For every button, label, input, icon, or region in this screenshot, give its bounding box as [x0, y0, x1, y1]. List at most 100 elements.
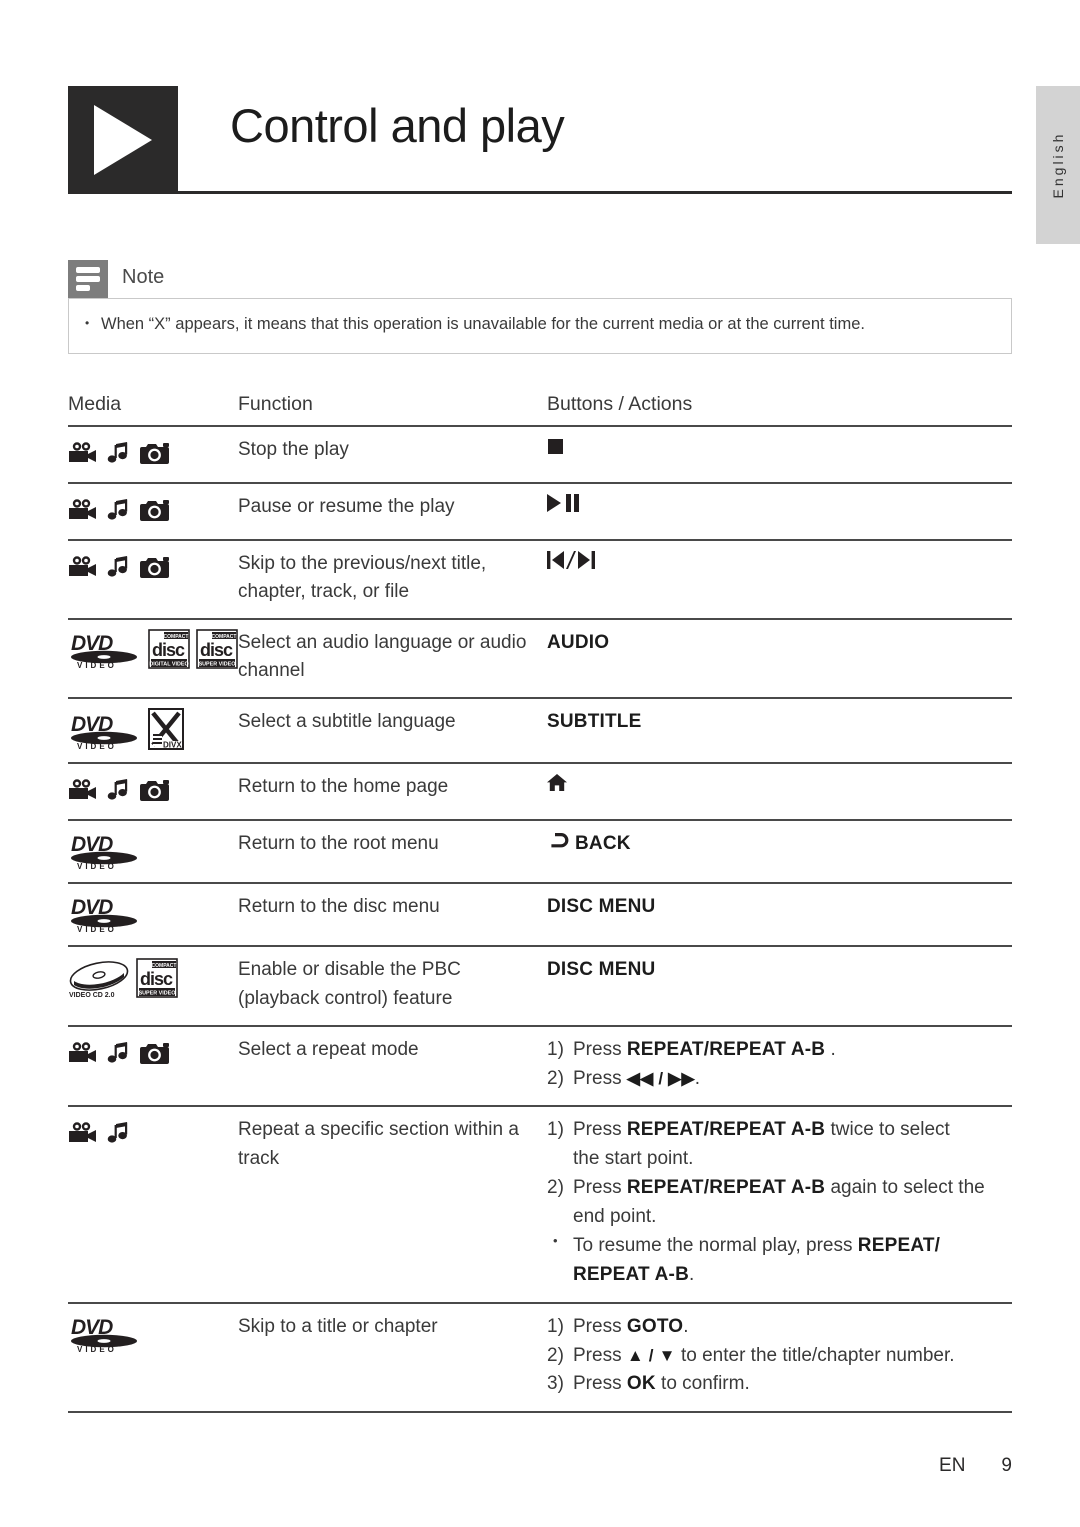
table-row: DVD VIDEO Return to the disc menu DISC M…: [68, 883, 1012, 947]
svg-text:DIVX: DIVX: [163, 741, 182, 750]
back-arrow-icon: [547, 830, 569, 859]
step-number: 1): [547, 1315, 564, 1337]
music-note-icon: [107, 1121, 131, 1150]
action-step: 2) Press ◀◀ / ▶▶.: [547, 1065, 1012, 1094]
dvd-video-logo: DVD VIDEO: [68, 629, 142, 669]
step-post: .: [683, 1315, 689, 1337]
action-step: 1) Press GOTO.: [547, 1313, 1012, 1342]
svg-text:SUPER VIDEO: SUPER VIDEO: [199, 662, 236, 668]
function-cell: Select an audio language or audio channe…: [238, 619, 547, 698]
svg-text:VIDEO: VIDEO: [77, 742, 117, 750]
step-number: 3): [547, 1373, 564, 1395]
media-cell: DVD VIDEO: [68, 883, 238, 946]
table-row: VIDEO CD 2.0 COMPACT disc SUPER VIDEO En…: [68, 946, 1012, 1026]
step-key: REPEAT/REPEAT A-B: [626, 1177, 826, 1199]
table-row: DVD VIDEO Skip to a title or chapter 1) …: [68, 1303, 1012, 1413]
function-text: Select a repeat mode: [238, 1038, 419, 1060]
media-cell: [68, 763, 238, 820]
function-cell: Return to the disc menu: [238, 883, 547, 946]
step-pre: Press: [573, 1067, 627, 1089]
media-cell: [68, 1106, 238, 1302]
buttons-cell: [547, 426, 1012, 483]
svg-text:disc: disc: [152, 640, 185, 660]
function-text: Select an audio language or audio channe…: [238, 632, 527, 682]
control-and-play-table: Media Function Buttons / Actions Stop th…: [68, 393, 1012, 1413]
function-text: Repeat a specific section within a track: [238, 1119, 519, 1169]
back-button-label: BACK: [575, 833, 631, 855]
button-key-label: AUDIO: [547, 632, 610, 654]
language-side-tab-label: English: [1050, 131, 1066, 199]
sub-pre: To resume the normal play, press: [573, 1234, 858, 1256]
step-key: ◀◀ / ▶▶: [626, 1068, 695, 1088]
sub-post: .: [689, 1263, 695, 1285]
function-cell: Return to the home page: [238, 763, 547, 820]
play-pause-icon: [547, 493, 587, 522]
compact-disc-digital-video-logo: COMPACT disc DIGITAL VIDEO: [148, 629, 190, 670]
step-continuation: REPEAT A-B.: [547, 1261, 1012, 1290]
step-pre: Press: [573, 1119, 627, 1141]
table-row: Skip to the previous/next title, chapter…: [68, 540, 1012, 620]
buttons-cell: DISC MENU: [547, 883, 1012, 946]
table-row: Pause or resume the play: [68, 483, 1012, 540]
step-pre: Press: [573, 1038, 627, 1060]
svg-text:VIDEO: VIDEO: [77, 1345, 117, 1353]
function-cell: Skip to the previous/next title, chapter…: [238, 540, 547, 619]
page-title: Control and play: [230, 99, 565, 152]
step-post: .: [694, 1067, 701, 1089]
svg-text:VIDEO: VIDEO: [77, 862, 117, 870]
step-number: 1): [547, 1119, 564, 1141]
skip-previous-next-icon: [547, 550, 599, 579]
camcorder-icon: [68, 441, 98, 470]
sub-key: REPEAT/: [857, 1234, 941, 1256]
button-key-label: DISC MENU: [547, 896, 656, 918]
step-number: 2): [547, 1067, 564, 1089]
footer-page-number: 9: [1001, 1455, 1012, 1476]
step-pre: Press: [573, 1315, 627, 1337]
dvd-video-logo: DVD VIDEO: [68, 893, 142, 933]
note-item-text: When “X” appears, it means that this ope…: [101, 315, 865, 333]
buttons-cell: [547, 483, 1012, 540]
note-box: Note • When “X” appears, it means that t…: [68, 260, 1012, 354]
function-text: Return to the home page: [238, 776, 449, 798]
media-cell: [68, 483, 238, 540]
home-icon: [547, 773, 567, 802]
svg-text:VIDEO CD 2.0: VIDEO CD 2.0: [69, 992, 115, 998]
language-side-tab: English: [1036, 86, 1080, 244]
photo-camera-icon: [140, 441, 170, 470]
photo-camera-icon: [140, 555, 170, 584]
stop-icon: [547, 436, 564, 465]
dvd-video-logo: DVD VIDEO: [68, 710, 142, 750]
page-header: Control and play: [68, 86, 1012, 194]
sub-bullet: •: [553, 1232, 558, 1248]
camcorder-icon: [68, 498, 98, 527]
step-continuation: end point.: [573, 1206, 657, 1228]
media-cell: DVD VIDEO: [68, 820, 238, 883]
buttons-cell: AUDIO: [547, 619, 1012, 698]
svg-text:VIDEO: VIDEO: [77, 925, 117, 933]
svg-text:SUPER VIDEO: SUPER VIDEO: [139, 991, 176, 997]
step-post: again to select the: [825, 1177, 985, 1199]
dvd-video-logo: DVD VIDEO: [68, 830, 142, 870]
action-step: 1) Press REPEAT/REPEAT A-B twice to sele…: [547, 1116, 1012, 1145]
table-row: DVD VIDEO COMPACT disc DIGITAL VIDEO COM…: [68, 619, 1012, 699]
table-header-row: Media Function Buttons / Actions: [68, 393, 1012, 426]
function-text: Skip to the previous/next title, chapter…: [238, 553, 487, 603]
photo-camera-icon: [140, 1041, 170, 1070]
step-key: OK: [626, 1373, 656, 1395]
divx-logo: DIVX: [148, 708, 184, 751]
function-text: Select a subtitle language: [238, 711, 456, 733]
function-text: Return to the disc menu: [238, 896, 440, 918]
step-key: REPEAT/REPEAT A-B: [626, 1038, 826, 1060]
buttons-cell: [547, 763, 1012, 820]
note-body: • When “X” appears, it means that this o…: [68, 298, 1012, 354]
note-lines-icon: [68, 260, 108, 298]
dvd-video-logo: DVD VIDEO: [68, 1313, 142, 1353]
footer-language-code: EN: [939, 1455, 966, 1476]
step-number: 1): [547, 1038, 564, 1060]
step-post: twice to select: [825, 1119, 950, 1141]
function-cell: Return to the root menu: [238, 820, 547, 883]
column-header-buttons: Buttons / Actions: [547, 393, 693, 415]
svg-text:VIDEO: VIDEO: [77, 661, 117, 669]
column-header-media: Media: [68, 393, 122, 415]
step-pre: Press: [573, 1344, 627, 1366]
